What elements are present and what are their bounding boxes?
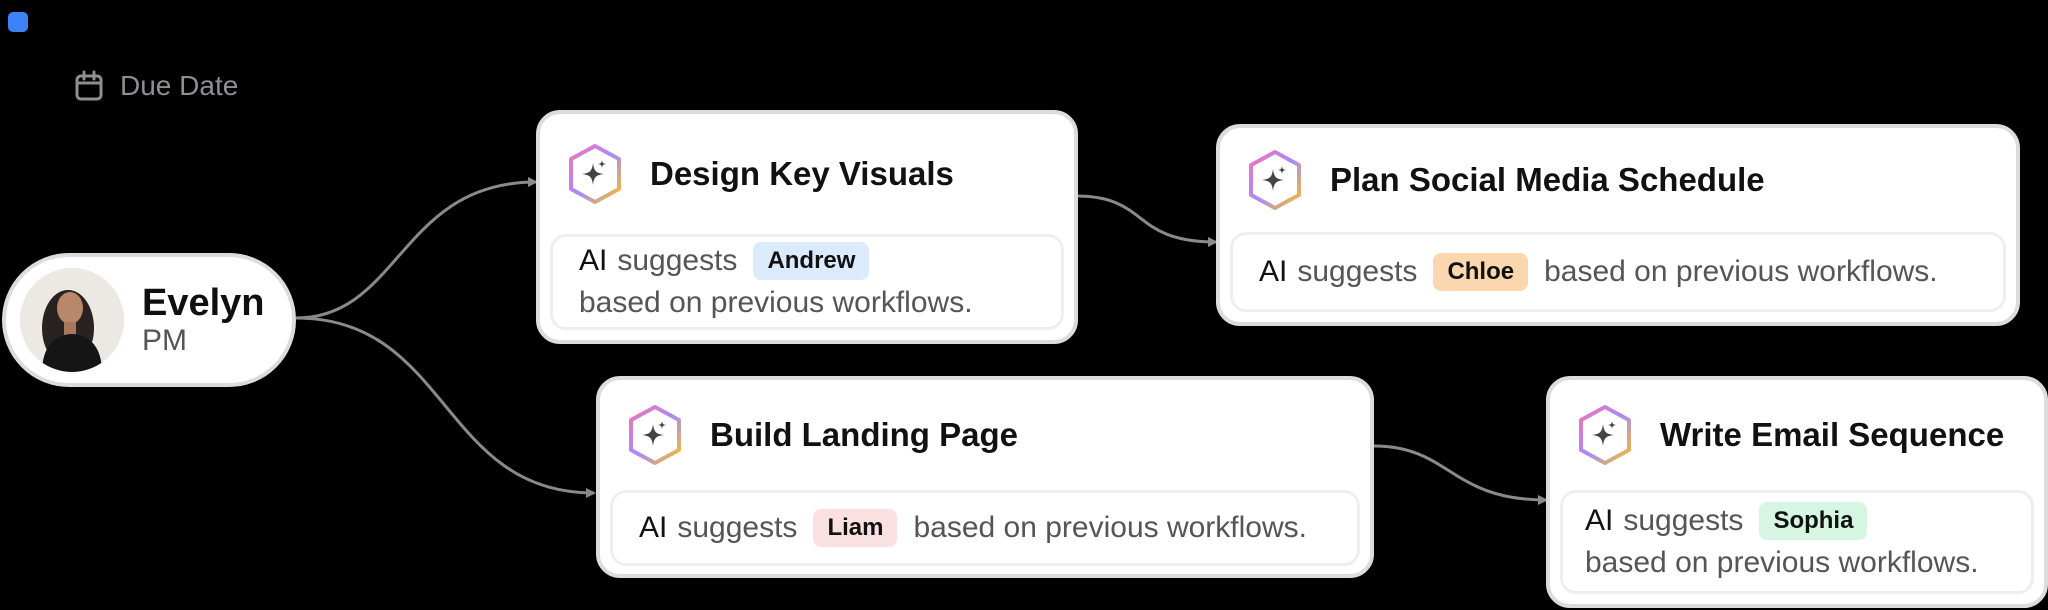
task-card-plan-social-media-schedule[interactable]: Plan Social Media Schedule AI suggests C…	[1216, 124, 2020, 326]
ai-label: AI	[1259, 255, 1288, 288]
based-on-text: based on previous workflows.	[1544, 255, 1938, 288]
connector-to-design	[295, 177, 538, 320]
based-on-text: based on previous workflows.	[913, 511, 1307, 544]
based-on-text: based on previous workflows.	[1585, 546, 1979, 579]
due-date-label: Due Date	[120, 70, 239, 101]
person-name: Evelyn	[142, 282, 265, 324]
ai-sparkle-icon	[1249, 150, 1301, 210]
ai-sparkle-icon	[569, 144, 621, 204]
suggests-text: suggests	[1623, 504, 1744, 537]
ai-label: AI	[639, 511, 668, 544]
app-indicator	[8, 12, 28, 32]
ai-suggestion-box: AI suggests Sophia based on previous wor…	[1560, 490, 2034, 594]
assignee-node-evelyn[interactable]: Evelyn PM	[2, 253, 296, 387]
person-role: PM	[142, 324, 187, 357]
ai-suggestion-box: AI suggests Andrew based on previous wor…	[550, 234, 1064, 330]
suggests-text: suggests	[1297, 255, 1418, 288]
task-card-design-key-visuals[interactable]: Design Key Visuals AI suggests Andrew ba…	[536, 110, 1078, 344]
assignee-chip-andrew[interactable]: Andrew	[753, 242, 870, 280]
suggests-text: suggests	[677, 511, 798, 544]
task-card-build-landing-page[interactable]: Build Landing Page AI suggests Liam base…	[596, 376, 1374, 578]
ai-sparkle-icon	[629, 405, 681, 465]
due-date-field[interactable]: Due Date	[74, 70, 238, 102]
ai-label: AI	[579, 244, 608, 277]
connector-to-email	[1373, 444, 1548, 505]
assignee-chip-chloe[interactable]: Chloe	[1433, 253, 1529, 291]
assignee-chip-liam[interactable]: Liam	[813, 509, 898, 547]
ai-suggestion-box: AI suggests Liam based on previous workf…	[610, 490, 1360, 566]
assignee-chip-sophia[interactable]: Sophia	[1759, 502, 1868, 540]
based-on-text: based on previous workflows.	[579, 286, 973, 319]
connector-to-landing	[295, 316, 596, 498]
task-title: Design Key Visuals	[650, 155, 954, 192]
task-title: Write Email Sequence	[1660, 416, 2005, 453]
ai-sparkle-icon	[1579, 405, 1631, 465]
calendar-icon	[75, 70, 103, 101]
task-title: Build Landing Page	[710, 416, 1019, 453]
ai-suggestion-box: AI suggests Chloe based on previous work…	[1230, 232, 2006, 312]
avatar	[20, 268, 124, 372]
suggests-text: suggests	[617, 244, 738, 277]
task-title: Plan Social Media Schedule	[1330, 161, 1765, 198]
task-card-write-email-sequence[interactable]: Write Email Sequence AI suggests Sophia …	[1546, 376, 2048, 608]
connector-to-social	[1075, 194, 1218, 247]
ai-label: AI	[1585, 504, 1614, 537]
